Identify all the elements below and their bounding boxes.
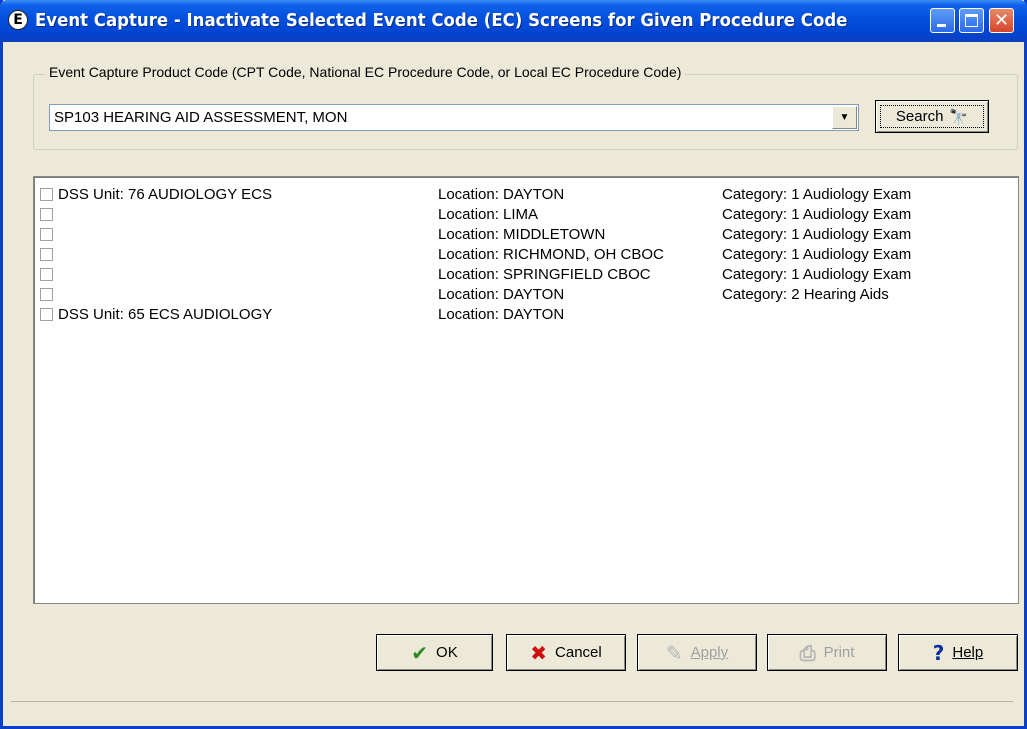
list-item[interactable]: Location: DAYTON Category: 2 Hearing Aids — [34, 285, 1018, 305]
close-icon: ✕ — [993, 10, 1010, 31]
print-button-label: Print — [823, 644, 855, 661]
dss-unit-text: DSS Unit: 76 AUDIOLOGY ECS — [58, 186, 272, 203]
minimize-icon — [937, 24, 946, 27]
maximize-icon — [965, 14, 978, 27]
list-item[interactable]: DSS Unit: 76 AUDIOLOGY ECS Location: DAYT… — [34, 185, 1018, 205]
location-text: Location: LIMA — [438, 206, 539, 223]
ok-button-label: OK — [436, 644, 458, 661]
list-item[interactable]: DSS Unit: 65 ECS AUDIOLOGY Location: DAYT… — [34, 305, 1018, 325]
category-text: Category: 1 Audiology Exam — [722, 266, 912, 283]
main-window: E Event Capture - Inactivate Selected Ev… — [0, 0, 1027, 729]
cancel-button[interactable]: ✖ Cancel — [506, 634, 626, 671]
location-text: Location: SPRINGFIELD CBOC — [438, 266, 651, 283]
list-item[interactable]: Location: LIMA Category: 1 Audiology Exam — [34, 205, 1018, 225]
help-icon: ? — [932, 640, 945, 665]
printer-icon: ⎙ — [799, 640, 816, 665]
row-checkbox[interactable] — [40, 188, 53, 201]
status-bar — [11, 701, 1013, 722]
row-checkbox[interactable] — [40, 308, 53, 321]
maximize-button[interactable] — [959, 8, 984, 33]
apply-button[interactable]: ✎ Apply — [637, 634, 757, 671]
focus-rect — [880, 105, 984, 128]
location-text: Location: RICHMOND, OH CBOC — [438, 246, 664, 263]
product-code-label: Event Capture Product Code (CPT Code, Na… — [45, 64, 686, 80]
search-button[interactable]: Search 🔭 — [875, 100, 989, 133]
title-bar[interactable]: E Event Capture - Inactivate Selected Ev… — [0, 0, 1027, 42]
dropdown-button[interactable]: ▼ — [832, 106, 857, 129]
category-text: Category: 2 Hearing Aids — [722, 286, 889, 303]
ec-screens-list[interactable]: DSS Unit: 76 AUDIOLOGY ECS Location: DAYT… — [33, 176, 1019, 604]
location-text: Location: MIDDLETOWN — [438, 226, 606, 243]
row-checkbox[interactable] — [40, 208, 53, 221]
product-code-value: SP103 HEARING AID ASSESSMENT, MON — [54, 109, 348, 126]
x-icon: ✖ — [530, 640, 548, 665]
location-text: Location: DAYTON — [438, 306, 565, 323]
apply-icon: ✎ — [665, 640, 683, 665]
category-text: Category: 1 Audiology Exam — [722, 206, 912, 223]
list-item[interactable]: Location: RICHMOND, OH CBOC Category: 1 A… — [34, 245, 1018, 265]
cancel-button-label: Cancel — [555, 644, 602, 661]
list-item[interactable]: Location: MIDDLETOWN Category: 1 Audiolog… — [34, 225, 1018, 245]
list-item[interactable]: Location: SPRINGFIELD CBOC Category: 1 Au… — [34, 265, 1018, 285]
ok-button[interactable]: ✔ OK — [376, 634, 493, 671]
help-button-label: Help — [952, 644, 984, 661]
product-code-combobox[interactable]: SP103 HEARING AID ASSESSMENT, MON ▼ — [49, 104, 859, 131]
row-checkbox[interactable] — [40, 228, 53, 241]
category-text: Category: 1 Audiology Exam — [722, 186, 912, 203]
window-title: Event Capture - Inactivate Selected Even… — [35, 10, 848, 31]
category-text: Category: 1 Audiology Exam — [722, 246, 912, 263]
chevron-down-icon: ▼ — [839, 112, 850, 123]
checkmark-icon: ✔ — [411, 640, 429, 665]
row-checkbox[interactable] — [40, 248, 53, 261]
print-button[interactable]: ⎙ Print — [767, 634, 887, 671]
apply-button-label: Apply — [690, 644, 729, 661]
minimize-button[interactable] — [930, 8, 955, 33]
help-button[interactable]: ? Help — [898, 634, 1018, 671]
row-checkbox[interactable] — [40, 288, 53, 301]
app-icon: E — [8, 10, 28, 30]
location-text: Location: DAYTON — [438, 286, 565, 303]
row-checkbox[interactable] — [40, 268, 53, 281]
dss-unit-text: DSS Unit: 65 ECS AUDIOLOGY — [58, 306, 273, 323]
location-text: Location: DAYTON — [438, 186, 565, 203]
close-button[interactable]: ✕ — [989, 8, 1014, 33]
category-text: Category: 1 Audiology Exam — [722, 226, 912, 243]
